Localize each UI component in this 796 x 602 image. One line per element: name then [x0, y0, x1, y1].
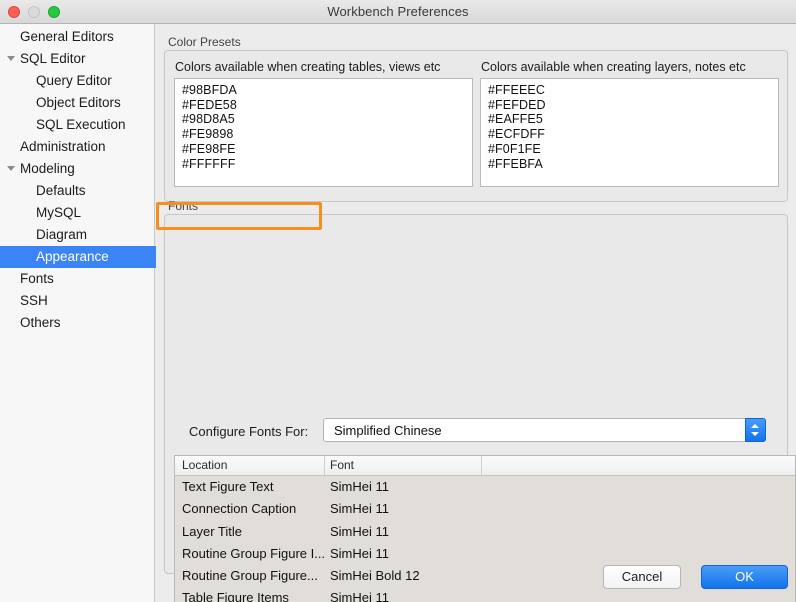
sidebar-item-label: SSH: [20, 293, 48, 308]
layers-colors-list[interactable]: #FFEEEC #FEFDED #EAFFE5 #ECFDFF #F0F1FE #FFEB…: [480, 78, 779, 187]
color-value[interactable]: #FE9898: [182, 127, 466, 142]
cell-font: SimHei 11: [330, 523, 390, 539]
cell-font: SimHei 11: [330, 590, 390, 602]
sidebar-item-label: Diagram: [36, 227, 88, 242]
configure-fonts-label: Configure Fonts For:: [189, 424, 309, 439]
tables-colors-list[interactable]: #98BFDA #FEDE58 #98D8A5 #FE9898 #FE98FE #FFFF…: [174, 78, 473, 187]
sidebar-item-label: General Editors: [20, 29, 114, 44]
cell-location: Table Figure Items: [182, 590, 289, 602]
preferences-window: Workbench Preferences General Editors SQL…: [0, 0, 796, 602]
cell-font: SimHei 11: [330, 545, 390, 561]
cell-font: SimHei 11: [330, 479, 390, 494]
sidebar-item-label: Modeling: [20, 161, 75, 176]
configure-fonts-value: Simplified Chinese: [334, 423, 442, 438]
configure-fonts-dropdown[interactable]: Simplified Chinese: [323, 418, 766, 442]
sidebar-item-ssh[interactable]: SSH: [0, 290, 154, 312]
table-row[interactable]: Routine Group Figure I... SimHei 11: [175, 543, 795, 565]
color-presets-group-box: Colors available when creating tables, v…: [164, 50, 788, 202]
chevron-down-icon: [751, 432, 759, 436]
cell-location: Routine Group Figure...: [182, 568, 318, 584]
fonts-group-label: Fonts: [168, 199, 199, 213]
color-value[interactable]: #ECFDFF: [488, 127, 772, 142]
sidebar-item-administration[interactable]: Administration: [0, 136, 154, 158]
column-divider[interactable]: [481, 456, 482, 475]
color-value[interactable]: #FFEBFA: [488, 157, 772, 172]
sidebar-item-label: Appearance: [36, 249, 109, 264]
sidebar-item-mysql[interactable]: MySQL: [0, 202, 154, 224]
sidebar-item-sql-editor[interactable]: SQL Editor: [0, 48, 154, 70]
table-row[interactable]: Layer Title SimHei 11: [175, 521, 795, 543]
sidebar-item-defaults[interactable]: Defaults: [0, 180, 154, 202]
cancel-button[interactable]: Cancel: [603, 565, 681, 589]
cell-location: Text Figure Text: [182, 479, 274, 494]
cell-font: SimHei 11: [330, 501, 390, 517]
table-row[interactable]: Connection Caption SimHei 11: [175, 498, 795, 520]
disclosure-triangle-icon[interactable]: [7, 166, 15, 171]
sidebar-item-sql-execution[interactable]: SQL Execution: [0, 114, 154, 136]
color-value[interactable]: #F0F1FE: [488, 142, 772, 157]
dropdown-stepper-icon[interactable]: [745, 418, 766, 442]
cell-location: Routine Group Figure I...: [182, 545, 326, 561]
sidebar-item-fonts[interactable]: Fonts: [0, 268, 154, 290]
sidebar-item-diagram[interactable]: Diagram: [0, 224, 154, 246]
fonts-table-header: Location Font: [175, 456, 795, 476]
sidebar-item-label: SQL Editor: [20, 51, 86, 66]
table-row[interactable]: Table Figure Items SimHei 11: [175, 587, 795, 602]
color-value[interactable]: #98D8A5: [182, 112, 466, 127]
preferences-sidebar: General Editors SQL Editor Query Editor Obj…: [0, 24, 184, 602]
column-header-location[interactable]: Location: [182, 458, 227, 472]
cell-location: Layer Title: [182, 523, 242, 539]
sidebar-item-label: Query Editor: [36, 73, 112, 88]
sidebar-item-label: Administration: [20, 139, 106, 154]
sidebar-item-general-editors[interactable]: General Editors: [0, 26, 154, 48]
sidebar-item-label: Fonts: [20, 271, 54, 286]
column-divider[interactable]: [324, 456, 325, 475]
color-value[interactable]: #EAFFE5: [488, 112, 772, 127]
disclosure-triangle-icon[interactable]: [7, 56, 15, 61]
color-value[interactable]: #FE98FE: [182, 142, 466, 157]
sidebar-item-others[interactable]: Others: [0, 312, 154, 334]
sidebar-item-label: Defaults: [36, 183, 86, 198]
fonts-group-box: Configure Fonts For: Simplified Chinese …: [164, 214, 796, 602]
table-row[interactable]: Text Figure Text SimHei 11: [175, 476, 795, 498]
sidebar-item-object-editors[interactable]: Object Editors: [0, 92, 154, 114]
sidebar-item-label: MySQL: [36, 205, 82, 220]
tables-colors-title: Colors available when creating tables, v…: [175, 60, 441, 74]
sidebar-item-label: Others: [20, 315, 61, 330]
color-value[interactable]: #FEFDED: [488, 98, 772, 113]
title-bar: Workbench Preferences: [0, 0, 796, 24]
sidebar-item-label: SQL Execution: [36, 117, 126, 132]
sidebar-item-query-editor[interactable]: Query Editor: [0, 70, 154, 92]
ok-button[interactable]: OK: [701, 565, 788, 589]
window-title: Workbench Preferences: [327, 4, 469, 19]
preferences-content: Color Presets Colors available when crea…: [156, 24, 796, 602]
sidebar-item-label: Object Editors: [36, 95, 121, 110]
column-header-font[interactable]: Font: [330, 458, 354, 472]
color-value[interactable]: #98BFDA: [182, 83, 466, 98]
color-value[interactable]: #FFEEEC: [488, 83, 772, 98]
cell-font: SimHei Bold 12: [330, 568, 420, 584]
sidebar-item-modeling[interactable]: Modeling: [0, 158, 154, 180]
cell-location: Connection Caption: [182, 501, 297, 517]
color-value[interactable]: #FEDE58: [182, 98, 466, 113]
color-value[interactable]: #FFFFFF: [182, 157, 466, 172]
color-presets-group-label: Color Presets: [168, 35, 241, 49]
chevron-up-icon: [751, 424, 759, 428]
layers-colors-title: Colors available when creating layers, n…: [481, 60, 746, 74]
